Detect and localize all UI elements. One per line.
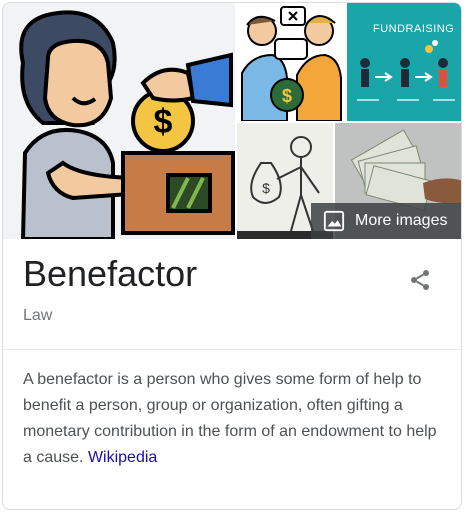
benefactor-donation-illustration[interactable]: $ <box>3 3 235 239</box>
knowledge-panel: $ $ FUNDRAISING $ More images Benefactor… <box>2 2 462 510</box>
description: A benefactor is a person who gives some … <box>23 367 447 471</box>
more-images-button[interactable]: More images <box>311 203 461 239</box>
share-button[interactable] <box>405 265 435 295</box>
donation-illustration: $ <box>19 10 235 239</box>
svg-text:$: $ <box>154 103 173 141</box>
entity-title: Benefactor <box>23 253 198 294</box>
image-icon <box>323 210 345 232</box>
fundraising-banner[interactable]: FUNDRAISING <box>347 3 461 121</box>
divider <box>3 349 461 350</box>
deal-illustration: $ <box>241 6 342 121</box>
image-strip: $ $ FUNDRAISING $ More images <box>3 3 461 239</box>
svg-text:$: $ <box>282 86 292 106</box>
share-icon <box>411 270 429 290</box>
description-text: A benefactor is a person who gives some … <box>23 371 437 466</box>
business-deal-illustration[interactable]: $ <box>237 3 345 121</box>
wikipedia-link[interactable]: Wikipedia <box>88 449 157 466</box>
entity-subtitle: Law <box>23 307 53 324</box>
more-images-label: More images <box>355 212 448 229</box>
svg-text:$: $ <box>262 180 270 196</box>
fundraising-icons <box>357 40 455 101</box>
